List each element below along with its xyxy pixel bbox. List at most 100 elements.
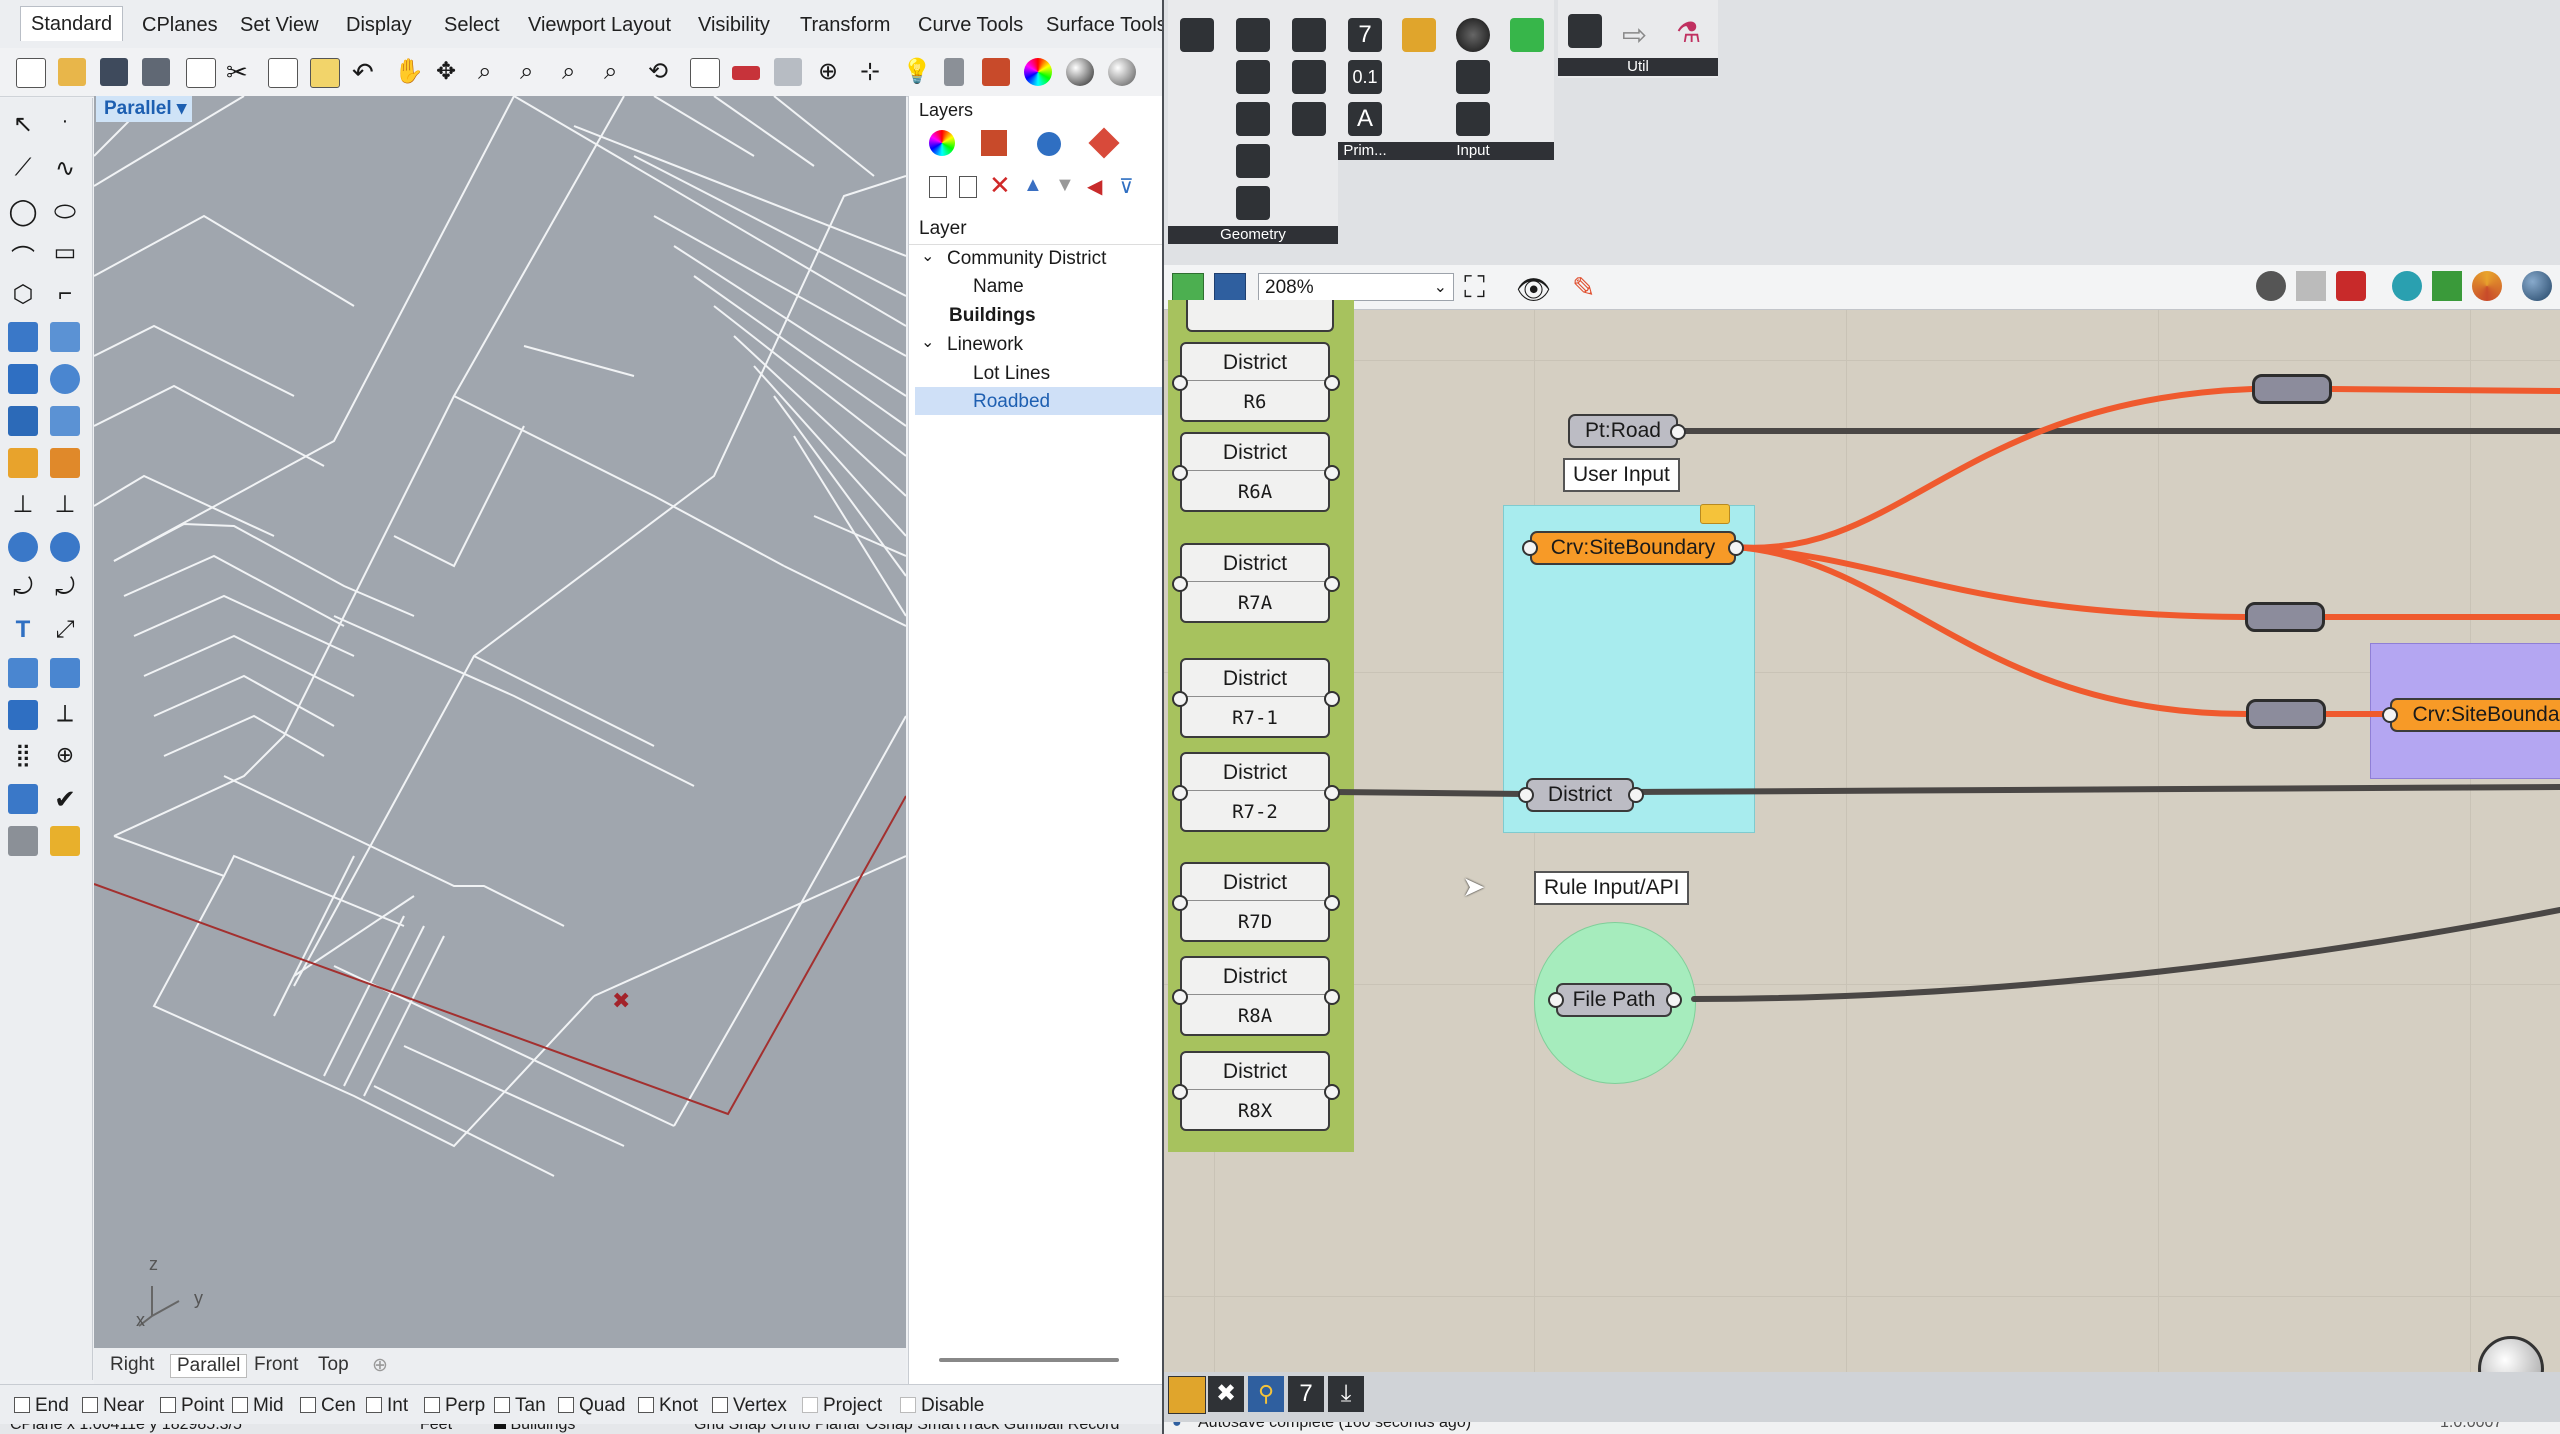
- chevron-down-icon[interactable]: ⌄: [1434, 274, 1447, 302]
- osnap-int[interactable]: Int: [366, 1395, 408, 1417]
- osnap-quad[interactable]: Quad: [558, 1395, 625, 1417]
- panel-input-icon[interactable]: [1456, 102, 1490, 136]
- message-icon[interactable]: [1700, 504, 1730, 524]
- file-path-param[interactable]: File Path: [1556, 983, 1672, 1017]
- rule-input-label[interactable]: Rule Input/API: [1534, 871, 1690, 905]
- osnap-disable[interactable]: Disable: [900, 1395, 984, 1417]
- download-icon[interactable]: ⤓: [1328, 1376, 1364, 1412]
- hatch-icon[interactable]: ⟂: [50, 700, 80, 730]
- input-port[interactable]: [1548, 992, 1564, 1008]
- input-port[interactable]: [2382, 707, 2398, 723]
- input-port[interactable]: [1172, 465, 1188, 481]
- osnap-knot[interactable]: Knot: [638, 1395, 698, 1417]
- tab-visibility[interactable]: Visibility: [698, 8, 770, 42]
- save-icon[interactable]: [100, 58, 128, 86]
- tab-select[interactable]: Select: [444, 8, 500, 42]
- tab-viewport-layout[interactable]: Viewport Layout: [528, 8, 671, 42]
- osnap-end[interactable]: End: [14, 1395, 69, 1417]
- array-icon[interactable]: [8, 658, 38, 688]
- close-document-icon[interactable]: ✖: [1208, 1376, 1244, 1412]
- surface-param-icon[interactable]: [1236, 60, 1270, 94]
- osnap-point[interactable]: Point: [160, 1395, 224, 1417]
- undo-icon[interactable]: ↶: [352, 58, 380, 86]
- trim-icon[interactable]: ⊥: [8, 490, 38, 520]
- layer-icon[interactable]: [982, 58, 1010, 86]
- button-input-icon[interactable]: [1402, 18, 1436, 52]
- dimension-icon[interactable]: [50, 658, 80, 688]
- print-icon[interactable]: [142, 58, 170, 86]
- group-param-icon[interactable]: [1236, 186, 1270, 220]
- zoom-selected-icon[interactable]: ⌕: [604, 58, 632, 86]
- input-port[interactable]: [1522, 540, 1538, 556]
- block-icon[interactable]: [8, 700, 38, 730]
- box-icon[interactable]: [8, 364, 38, 394]
- render-sphere-icon[interactable]: [1066, 58, 1094, 86]
- input-port[interactable]: [1172, 785, 1188, 801]
- move-up-icon[interactable]: ▲: [1023, 174, 1043, 197]
- input-port[interactable]: [1172, 989, 1188, 1005]
- osnap-near[interactable]: Near: [82, 1395, 144, 1417]
- rectangle-icon[interactable]: ▭: [50, 238, 80, 268]
- output-port[interactable]: [1324, 465, 1340, 481]
- input-port[interactable]: [1172, 1084, 1188, 1100]
- grid-icon[interactable]: [774, 58, 802, 86]
- layer-item-linework[interactable]: Linework: [947, 334, 1023, 356]
- grid-array-icon[interactable]: ⣿: [8, 742, 38, 772]
- open-folder-icon[interactable]: [58, 58, 86, 86]
- viewport-tab-top[interactable]: Top: [318, 1354, 349, 1376]
- input-port[interactable]: [1172, 375, 1188, 391]
- plane-param-icon[interactable]: [1236, 144, 1270, 178]
- scale-icon[interactable]: ⤢: [50, 616, 80, 646]
- layer-item-roadbed[interactable]: Roadbed: [973, 391, 1050, 413]
- preview-eye-icon[interactable]: 👁: [1516, 273, 1552, 306]
- analyze-icon[interactable]: [8, 784, 38, 814]
- tab-cplanes[interactable]: CPlanes: [142, 8, 218, 42]
- text-icon[interactable]: T: [8, 616, 38, 646]
- primitive-panel-label[interactable]: Prim...: [1338, 142, 1392, 160]
- pt-road-param[interactable]: Pt:Road: [1568, 414, 1678, 448]
- drafting-icon[interactable]: [50, 826, 80, 856]
- tab-transform[interactable]: Transform: [800, 8, 890, 42]
- move-to-parent-icon[interactable]: ◀: [1087, 174, 1102, 199]
- select-arrow-icon[interactable]: ↖: [8, 110, 38, 140]
- new-layer-icon[interactable]: [929, 176, 947, 198]
- osnap-cen[interactable]: Cen: [300, 1395, 356, 1417]
- layers-scrollbar[interactable]: [939, 1358, 1119, 1362]
- mode-toggles[interactable]: Grid Snap Ortho Planar Osnap SmartTrack …: [694, 1424, 1119, 1434]
- input-port[interactable]: [1518, 787, 1534, 803]
- viewport-tab-parallel[interactable]: Parallel: [170, 1354, 248, 1378]
- input-port[interactable]: [1172, 691, 1188, 707]
- point-icon[interactable]: ·: [50, 110, 80, 140]
- osnap-mid[interactable]: Mid: [232, 1395, 284, 1417]
- relay-node[interactable]: [2246, 699, 2326, 729]
- output-port[interactable]: [1670, 424, 1686, 440]
- surface-icon[interactable]: [8, 322, 38, 352]
- new-file-icon[interactable]: [16, 58, 46, 88]
- viewport-tab-front[interactable]: Front: [254, 1354, 298, 1376]
- move-down-icon[interactable]: ▼: [1055, 174, 1075, 197]
- filter-icon[interactable]: ⊽: [1119, 174, 1134, 199]
- osnap-vertex[interactable]: Vertex: [712, 1395, 787, 1417]
- tab-standard[interactable]: Standard: [20, 6, 124, 41]
- cylinder-icon[interactable]: [8, 406, 38, 436]
- sketch-pen-icon[interactable]: ✎: [1572, 271, 1595, 304]
- undo-view-icon[interactable]: ⟲: [648, 58, 676, 86]
- render-icon[interactable]: [8, 826, 38, 856]
- gumball-icon[interactable]: ⊕: [50, 742, 80, 772]
- tab-surface-tools[interactable]: Surface Tools: [1046, 8, 1167, 42]
- save-file-icon[interactable]: [1214, 273, 1246, 303]
- layer-item-buildings[interactable]: Buildings: [949, 305, 1036, 327]
- integer-icon[interactable]: 7: [1288, 1376, 1324, 1412]
- osnap-perp[interactable]: Perp: [424, 1395, 485, 1417]
- integer-param-icon[interactable]: 7: [1348, 18, 1382, 52]
- zoom-window-icon[interactable]: ⌕: [520, 58, 548, 86]
- chevron-down-icon[interactable]: ▾: [177, 98, 187, 119]
- layer-item-name[interactable]: Name: [973, 276, 1024, 298]
- open-file-icon[interactable]: [1172, 273, 1204, 303]
- mesh-param-icon[interactable]: [1292, 18, 1326, 52]
- layer-item-community-district[interactable]: Community District: [947, 248, 1106, 270]
- output-port[interactable]: [1324, 375, 1340, 391]
- geometry-panel-label[interactable]: Geometry: [1168, 226, 1338, 244]
- rebuild-icon[interactable]: ⤾: [50, 574, 80, 604]
- zoom-extents-icon[interactable]: ⛶: [1464, 271, 1485, 305]
